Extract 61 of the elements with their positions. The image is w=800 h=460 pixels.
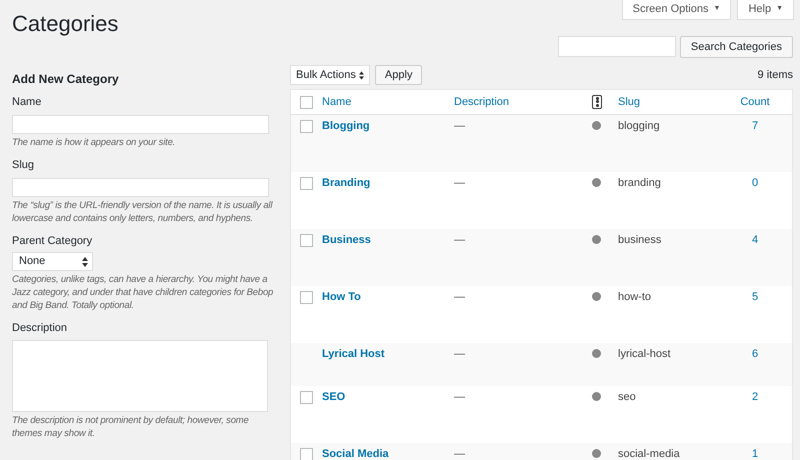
table-cell: —	[454, 177, 465, 189]
checkbox[interactable]	[300, 391, 313, 404]
category-name-link[interactable]: Branding	[322, 177, 370, 189]
table-cell: business	[618, 234, 662, 246]
apply-button[interactable]: Apply	[374, 65, 422, 85]
count-link[interactable]: 0	[752, 177, 758, 189]
field-label: Parent Category	[12, 235, 94, 248]
table-cell: blogging	[618, 120, 660, 132]
category-name-link[interactable]: Business	[322, 234, 371, 246]
field-label: Description	[12, 322, 68, 335]
checkbox[interactable]	[300, 234, 313, 247]
item-count: 9 items	[758, 68, 793, 83]
form-heading: Add New Category	[12, 71, 120, 88]
column-header[interactable]: Description	[454, 94, 592, 110]
category-name-link[interactable]: How To	[322, 291, 361, 303]
count-link[interactable]: 6	[752, 348, 758, 360]
select-arrows-icon	[358, 70, 364, 80]
checkbox[interactable]	[300, 448, 313, 460]
parent-category-select[interactable]: None	[12, 252, 93, 271]
checkbox[interactable]	[300, 96, 313, 108]
count-link[interactable]: 7	[752, 120, 758, 132]
page-title: Categories	[12, 11, 120, 37]
table-cell: —	[454, 120, 465, 132]
checkbox[interactable]	[300, 177, 313, 190]
table-cell: seo	[618, 391, 636, 403]
table-cell: —	[454, 448, 465, 460]
help-text: The “slug” is the URL-friendly version of the name. It is usually all lowercase and contains only letters, numbers, and hyphens.	[12, 199, 274, 225]
help-text: Categories, unlike tags, can have a hierarchy. You might have a Jazz category, and under that have children categories for Bebop and Big Band. Totally optional.	[12, 273, 274, 312]
count-link[interactable]: 5	[752, 291, 758, 303]
table-cell: lyrical-host	[618, 348, 671, 360]
category-name-link[interactable]: Social Media	[322, 448, 389, 460]
table-cell: branding	[618, 177, 661, 189]
input-field[interactable]	[12, 115, 269, 134]
field-label: Name	[12, 96, 42, 109]
table-cell: how-to	[618, 291, 652, 303]
checkbox[interactable]	[300, 120, 313, 133]
help-text: The description is not prominent by default; however, some themes may show it.	[12, 414, 250, 440]
count-link[interactable]: 1	[752, 448, 758, 460]
table-cell: —	[454, 291, 465, 303]
category-name-link[interactable]: Blogging	[322, 120, 370, 132]
table-cell: —	[454, 391, 465, 403]
table-cell: social-media	[618, 448, 680, 460]
table-cell: —	[454, 348, 465, 360]
input-field[interactable]	[12, 178, 269, 197]
category-name-link[interactable]: Lyrical Host	[322, 348, 385, 360]
table-cell: —	[454, 234, 465, 246]
category-name-link[interactable]: SEO	[322, 391, 346, 403]
select-arrows-icon	[82, 256, 88, 266]
column-header[interactable]: Slug	[618, 94, 738, 110]
count-link[interactable]: 4	[752, 234, 758, 246]
column-header[interactable]: Name	[322, 94, 454, 110]
column-header[interactable]: Count	[738, 94, 772, 110]
bulk-actions-select[interactable]: Bulk Actions	[290, 65, 370, 85]
count-link[interactable]: 2	[752, 391, 758, 403]
search-categories-button[interactable]: Search Categories	[680, 36, 793, 58]
search-field[interactable]	[558, 36, 676, 57]
description-textarea[interactable]	[12, 340, 268, 412]
status-column-icon	[592, 95, 602, 109]
checkbox[interactable]	[300, 291, 313, 304]
help-text: The name is how it appears on your site.	[12, 136, 176, 149]
field-label: Slug	[12, 159, 36, 172]
